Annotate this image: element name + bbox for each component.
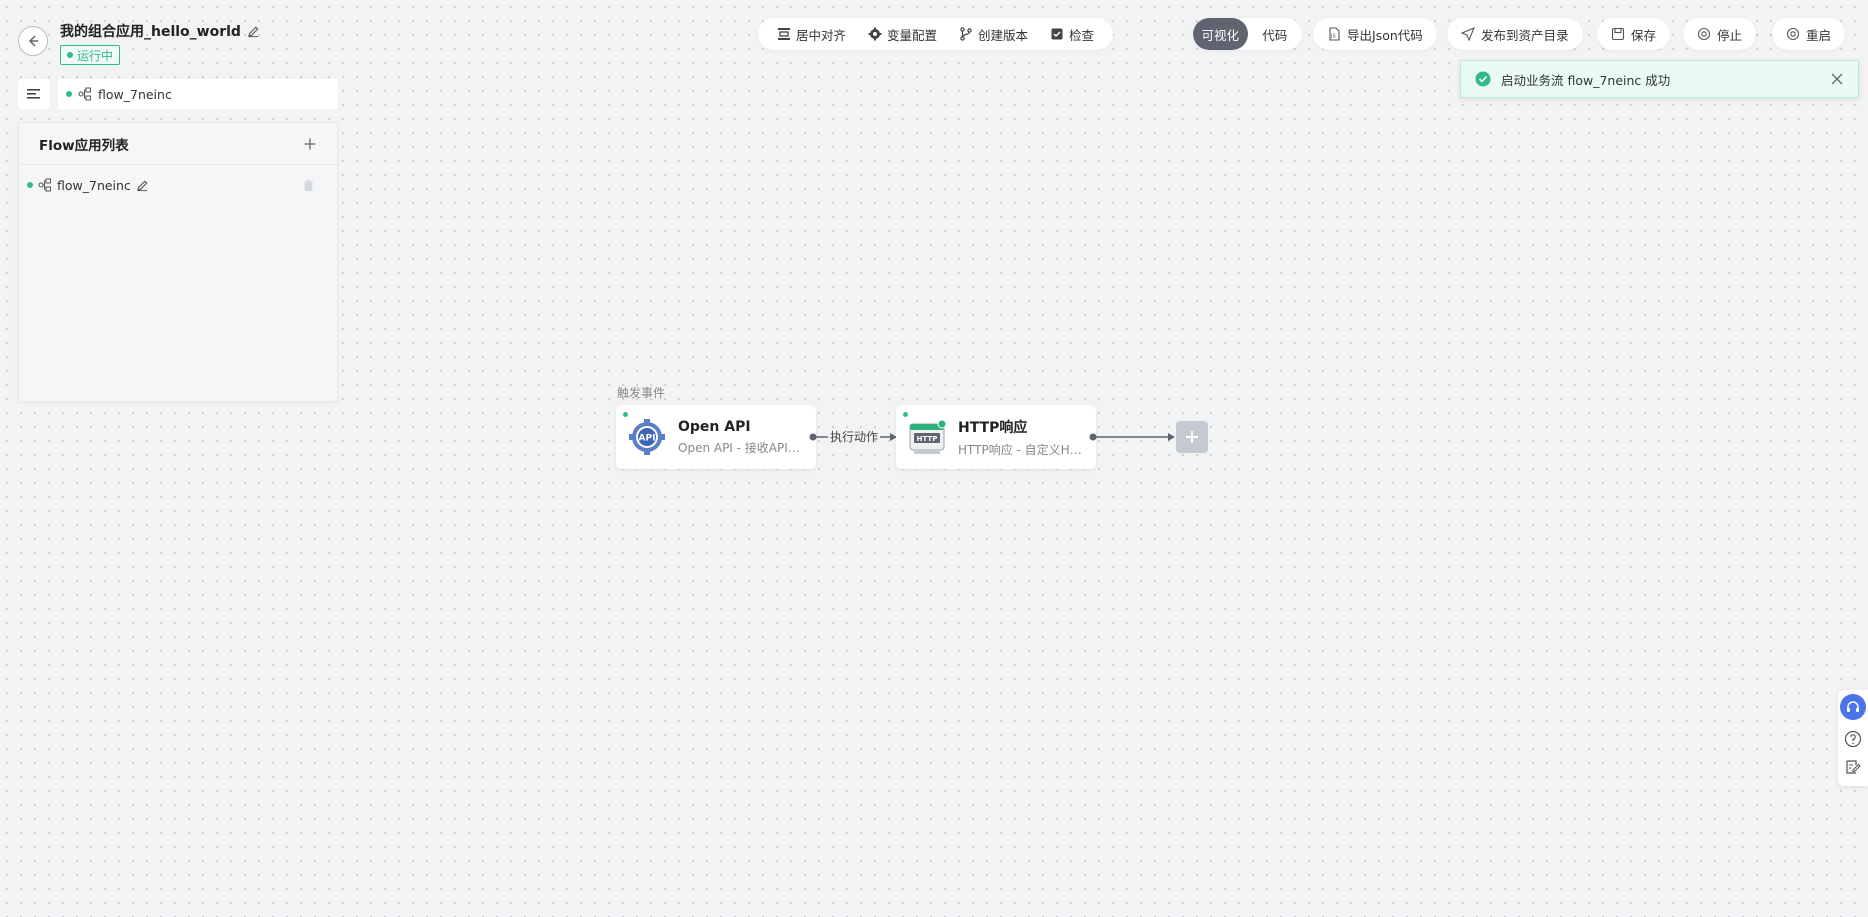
checklist-icon: [1051, 28, 1063, 40]
help-float-bar: [1838, 690, 1868, 786]
save-label: 保存: [1631, 27, 1657, 43]
flow-app-list-panel: Flow应用列表 flow_7neinc: [18, 122, 338, 402]
open-api-node-subtitle: Open API - 接收API请求: [678, 440, 803, 455]
toggle-flow-list-button[interactable]: [18, 79, 50, 109]
save-button[interactable]: 保存: [1597, 18, 1671, 50]
flow-item-name: flow_7neinc: [57, 177, 131, 193]
arrow-left-icon: [28, 35, 38, 47]
edit-icon[interactable]: [136, 179, 149, 192]
app-title: 我的组合应用_hello_world: [60, 21, 260, 41]
app-title-text: 我的组合应用_hello_world: [60, 24, 241, 40]
open-api-node-title: Open API: [678, 418, 751, 435]
menu-icon: [27, 89, 40, 99]
variable-config-label: 变量配置: [887, 27, 938, 43]
trash-icon[interactable]: [302, 179, 315, 192]
create-version-button[interactable]: 创建版本: [950, 20, 1037, 48]
visual-mode-button[interactable]: 可视化: [1193, 18, 1248, 50]
restart-label: 重启: [1806, 27, 1832, 43]
svg-text:JS: JS: [1330, 34, 1336, 40]
restart-button[interactable]: 重启: [1772, 18, 1846, 50]
export-json-button[interactable]: JS 导出Json代码: [1313, 18, 1437, 50]
status-dot: [67, 52, 73, 58]
send-icon: [1461, 27, 1475, 41]
http-response-node[interactable]: HTTP HTTP响应 HTTP响应 - 自定义HTTP响应: [896, 405, 1096, 469]
api-gear-icon: API: [629, 419, 665, 455]
stop-label: 停止: [1717, 27, 1743, 43]
node-status-dot: [903, 412, 908, 417]
active-flow-name: flow_7neinc: [98, 86, 172, 102]
plus-icon: [1186, 431, 1198, 443]
flow-app-list-title: Flow应用列表: [39, 137, 129, 154]
http-icon: HTTP: [909, 419, 947, 454]
publish-label: 发布到资产目录: [1481, 27, 1569, 43]
check-button[interactable]: 检查: [1041, 20, 1103, 48]
center-align-button[interactable]: 居中对齐: [768, 20, 855, 48]
gear-icon: [868, 27, 882, 41]
active-flow-tab[interactable]: flow_7neinc: [58, 79, 338, 109]
stop-button[interactable]: 停止: [1683, 18, 1757, 50]
help-icon[interactable]: [1844, 730, 1862, 748]
edit-icon[interactable]: [247, 25, 260, 38]
flow-icon: [38, 178, 51, 192]
save-icon: [1611, 27, 1625, 41]
status-badge: 运行中: [60, 45, 121, 65]
svg-text:HTTP: HTTP: [917, 435, 938, 443]
status-text: 运行中: [77, 48, 114, 63]
close-icon[interactable]: [1830, 72, 1844, 86]
check-circle-icon: [1475, 71, 1491, 87]
flow-icon: [78, 87, 91, 101]
add-edge: [1089, 433, 1175, 441]
headset-icon: [1847, 701, 1859, 712]
add-icon[interactable]: [303, 137, 317, 151]
flow-item-status-dot: [27, 182, 33, 188]
execute-action-label: 执行动作: [830, 430, 879, 444]
http-response-node-subtitle: HTTP响应 - 自定义HTTP响应: [958, 442, 1083, 457]
view-mode-toggle: 可视化 代码: [1193, 18, 1302, 50]
success-toast: 启动业务流 flow_7neinc 成功: [1460, 60, 1859, 98]
toast-message: 启动业务流 flow_7neinc 成功: [1501, 72, 1671, 88]
customer-support-button[interactable]: [1840, 694, 1866, 720]
trigger-event-label: 触发事件: [617, 386, 666, 400]
node-status-dot: [623, 412, 628, 417]
restart-icon: [1786, 27, 1800, 41]
stop-icon: [1697, 27, 1711, 41]
canvas-toolbar: 居中对齐 变量配置 创建版本 检查: [758, 18, 1114, 50]
feedback-icon[interactable]: [1844, 758, 1862, 776]
variable-config-button[interactable]: 变量配置: [859, 20, 946, 48]
export-json-label: 导出Json代码: [1347, 27, 1423, 43]
check-label: 检查: [1069, 27, 1095, 43]
flow-list-item[interactable]: flow_7neinc: [19, 165, 337, 205]
flow-status-dot: [66, 91, 72, 97]
branch-icon: [960, 27, 972, 41]
open-api-node[interactable]: API Open API Open API - 接收API请求: [616, 405, 816, 469]
http-response-node-title: HTTP响应: [958, 419, 1028, 436]
publish-button[interactable]: 发布到资产目录: [1447, 18, 1583, 50]
center-align-label: 居中对齐: [796, 27, 847, 43]
align-center-icon: [778, 28, 790, 40]
add-node-button[interactable]: [1176, 421, 1208, 453]
back-button[interactable]: [18, 26, 48, 56]
json-file-icon: JS: [1329, 27, 1340, 41]
code-mode-button[interactable]: 代码: [1248, 18, 1303, 50]
svg-text:API: API: [639, 434, 656, 444]
flow-app-list-header: Flow应用列表: [19, 123, 337, 165]
create-version-label: 创建版本: [978, 27, 1029, 43]
